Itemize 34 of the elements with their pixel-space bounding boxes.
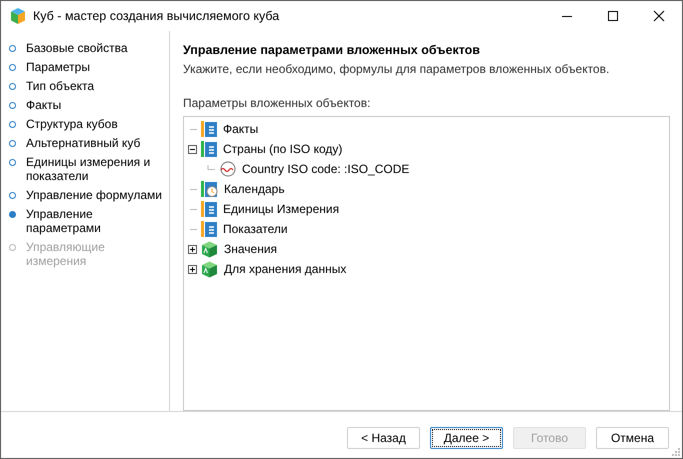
step-item[interactable]: Структура кубов — [26, 117, 166, 131]
maximize-icon[interactable] — [607, 10, 619, 22]
tree-node[interactable]: Country ISO code: :ISO_CODE — [242, 162, 410, 176]
tree-node[interactable]: Единицы Измерения — [223, 202, 340, 216]
tree-node[interactable]: Календарь — [224, 182, 285, 196]
attribute-icon — [219, 161, 236, 177]
close-icon[interactable] — [653, 10, 665, 22]
wizard-button[interactable]: Отмена — [596, 427, 669, 449]
tree-node[interactable]: Для хранения данных — [224, 262, 346, 276]
tree-label: Параметры вложенных объектов: — [183, 96, 372, 110]
page-heading: Управление параметрами вложенных объектов — [183, 43, 481, 57]
window-title: Куб - мастер создания вычисляемого куба — [33, 9, 280, 23]
tree-node[interactable]: Факты — [223, 122, 258, 136]
cube-icon — [9, 7, 27, 25]
wizard-button[interactable]: Далее > — [430, 427, 503, 449]
tree-node[interactable]: Показатели — [223, 222, 288, 236]
step-item[interactable]: Альтернативный куб — [26, 136, 166, 150]
wizard-button[interactable]: < Назад — [347, 427, 420, 449]
resize-grip-icon[interactable] — [672, 448, 680, 456]
expander-icon[interactable] — [188, 144, 197, 154]
step-item[interactable]: Единицы измерения и показатели — [26, 155, 166, 183]
page-description: Укажите, если необходимо, формулы для параметров вложенных объектов. — [183, 62, 610, 76]
step-item[interactable]: Факты — [26, 98, 166, 112]
expander-icon[interactable] — [188, 264, 197, 274]
step-item[interactable]: Управление параметрами — [26, 207, 166, 235]
cube-icon — [201, 240, 218, 258]
step-item[interactable]: Базовые свойства — [26, 41, 166, 55]
step-item[interactable]: Параметры — [26, 60, 166, 74]
tree-node[interactable]: Страны (по ISO коду) — [223, 142, 342, 156]
step-item[interactable]: Тип объекта — [26, 79, 166, 93]
expander-icon[interactable] — [188, 244, 197, 254]
tree-node[interactable]: Значения — [224, 242, 278, 256]
cube-icon — [201, 260, 218, 278]
step-item[interactable]: Управление формулами — [26, 188, 166, 202]
